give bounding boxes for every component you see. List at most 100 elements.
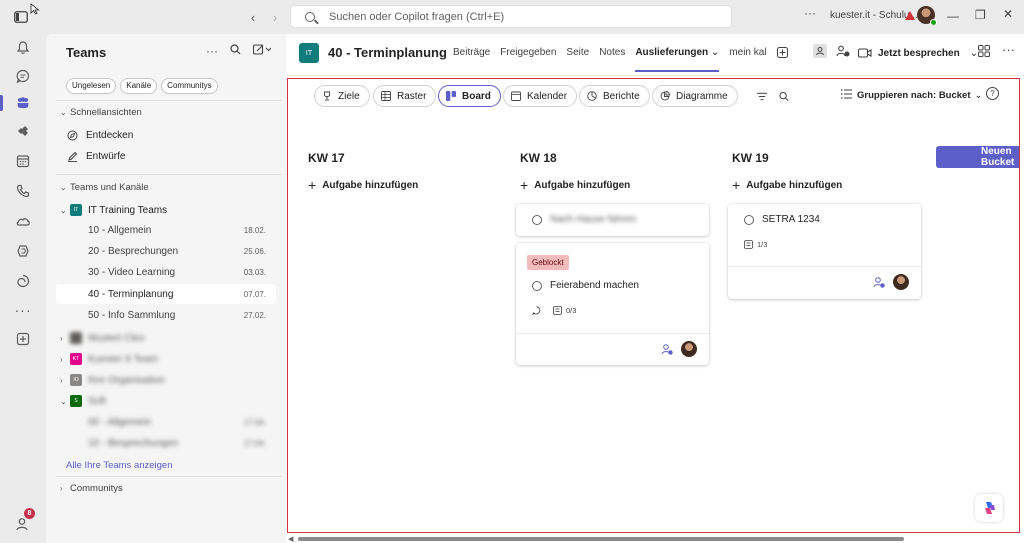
search-icon[interactable] xyxy=(230,44,241,58)
checklist-count: 0/3 xyxy=(566,306,577,315)
tab-page[interactable]: Seite xyxy=(566,47,589,61)
chevron-down-icon: ⌄ xyxy=(60,183,67,192)
filter-icon[interactable] xyxy=(757,91,767,101)
team-avatar: S xyxy=(70,395,82,407)
task-card[interactable]: Geblockt Feierabend machen 0/3 xyxy=(516,243,709,365)
complete-checkbox[interactable] xyxy=(532,214,542,225)
filter-chip-channels[interactable]: Kanäle xyxy=(120,78,158,94)
teams-icon[interactable] xyxy=(12,92,34,114)
calls-icon[interactable] xyxy=(12,180,34,202)
bucket-title[interactable]: KW 18 xyxy=(520,151,557,165)
channel-item[interactable]: 50 - Info Sammlung 27.02. xyxy=(56,305,276,325)
communities-header[interactable]: › Communitys xyxy=(60,483,123,494)
warning-icon[interactable] xyxy=(905,11,915,20)
chat-icon[interactable] xyxy=(12,65,34,87)
close-icon[interactable]: ✕ xyxy=(1003,7,1013,21)
more-apps-icon[interactable]: ··· xyxy=(12,299,34,321)
view-board[interactable]: Board xyxy=(438,85,501,107)
new-bucket-button[interactable]: Neuen Bucket xyxy=(936,146,1019,168)
add-tab-icon[interactable] xyxy=(776,47,788,61)
tab-deliveries[interactable]: Auslieferungen ⌄ xyxy=(635,47,719,72)
team-item[interactable]: › KT Kuester It Team xyxy=(60,349,280,369)
view-grid[interactable]: Raster xyxy=(373,85,437,107)
add-task-button[interactable]: + Aufgabe hinzufügen xyxy=(308,177,418,193)
back-icon[interactable]: ‹ xyxy=(244,8,262,26)
channel-item[interactable]: 00 - Allgemein 17.04. xyxy=(56,412,276,432)
plus-icon: + xyxy=(732,177,741,193)
bucket-title[interactable]: KW 17 xyxy=(308,151,345,165)
copilot-apps-icon[interactable] xyxy=(12,240,34,262)
complete-checkbox[interactable] xyxy=(532,280,542,291)
copilot-button[interactable] xyxy=(975,494,1003,522)
add-task-button[interactable]: + Aufgabe hinzufügen xyxy=(732,177,842,193)
scroll-thumb[interactable] xyxy=(298,537,904,541)
show-all-teams-link[interactable]: Alle Ihre Teams anzeigen xyxy=(66,460,173,471)
search-input[interactable]: Suchen oder Copilot fragen (Ctrl+E) xyxy=(290,5,732,28)
add-apps-icon[interactable] xyxy=(12,328,34,350)
sidebar-item-drafts[interactable]: Entwürfe xyxy=(66,146,276,166)
channel-item[interactable]: 10 - Besprechungen 17.04. xyxy=(56,433,276,453)
restore-icon[interactable]: ❐ xyxy=(975,8,986,22)
filter-chip-communities[interactable]: Communitys xyxy=(161,78,218,94)
activity-bell-icon[interactable] xyxy=(12,37,34,59)
filter-chip-unread[interactable]: Ungelesen xyxy=(66,78,117,94)
quick-views-header[interactable]: ⌄ Schnellansichten xyxy=(60,107,142,118)
view-charts[interactable]: Diagramme xyxy=(652,85,738,107)
loop-icon[interactable] xyxy=(12,270,34,292)
more-options-icon[interactable]: ··· xyxy=(206,44,218,58)
add-task-label: Aufgabe hinzufügen xyxy=(534,179,631,191)
tab-notes[interactable]: Notes xyxy=(599,47,625,61)
scroll-left-icon[interactable]: ◀ xyxy=(288,535,293,543)
channel-item[interactable]: 30 - Video Learning 03.03. xyxy=(56,262,276,282)
group-by-dropdown[interactable]: Gruppieren nach: Bucket ⌄ xyxy=(841,89,982,101)
forward-icon[interactable]: › xyxy=(266,8,284,26)
task-card[interactable]: Nach Hause fahren xyxy=(516,204,709,236)
minimize-icon[interactable]: — xyxy=(947,9,959,23)
team-it-training[interactable]: ⌄ IT IT Training Teams xyxy=(60,200,280,220)
tab-mein-kal[interactable]: mein kal xyxy=(729,47,766,61)
team-item[interactable]: › IO Ihre Organisation xyxy=(60,370,280,390)
assign-icon[interactable] xyxy=(873,276,885,288)
profile-avatar[interactable] xyxy=(917,6,937,26)
card-divider xyxy=(728,266,921,267)
calendar-icon[interactable] xyxy=(12,150,34,172)
chevron-right-icon: › xyxy=(60,484,63,493)
add-task-button[interactable]: + Aufgabe hinzufügen xyxy=(520,177,630,193)
checklist-icon xyxy=(744,240,753,249)
search-icon[interactable] xyxy=(779,91,789,101)
channel-info-icon[interactable] xyxy=(812,43,828,62)
assign-icon[interactable] xyxy=(661,343,673,355)
task-card[interactable]: SETRA 1234 1/3 xyxy=(728,204,921,299)
view-calendar[interactable]: Kalender xyxy=(503,85,578,107)
help-icon[interactable]: ? xyxy=(986,87,999,100)
team-item[interactable]: › MC Mustert Cleo xyxy=(60,328,280,348)
more-options-icon[interactable]: ··· xyxy=(804,6,816,20)
assignee-avatar[interactable] xyxy=(893,274,909,290)
meet-now-button[interactable]: Jetzt besprechen ⌄ xyxy=(858,42,978,64)
tab-shared[interactable]: Freigegeben xyxy=(500,47,556,61)
view-reports[interactable]: Berichte xyxy=(579,85,650,107)
view-goals[interactable]: Ziele xyxy=(314,85,370,107)
members-icon[interactable] xyxy=(836,44,850,61)
channel-item-active[interactable]: 40 - Terminplanung 07.07. xyxy=(56,284,276,304)
teams-channels-header[interactable]: ⌄ Teams und Kanäle xyxy=(60,182,149,193)
app-rail: ··· xyxy=(0,34,46,543)
notification-badge: 8 xyxy=(24,508,35,519)
planner-icon[interactable] xyxy=(12,120,34,142)
tab-posts[interactable]: Beiträge xyxy=(453,47,490,61)
complete-checkbox[interactable] xyxy=(744,214,754,225)
channel-item[interactable]: 20 - Besprechungen 25.06. xyxy=(56,241,276,261)
assignee-avatar[interactable] xyxy=(681,341,697,357)
onedrive-icon[interactable] xyxy=(12,210,34,232)
horizontal-scrollbar[interactable]: ◀ xyxy=(288,535,1022,543)
channel-item[interactable]: 10 - Allgemein 18.02. xyxy=(56,220,276,240)
bucket-title[interactable]: KW 19 xyxy=(732,151,769,165)
team-item[interactable]: ⌄ S Soft xyxy=(60,391,280,411)
view-label: Raster xyxy=(397,90,427,102)
group-by-label: Gruppieren nach: Bucket xyxy=(857,90,971,101)
chevron-down-icon: ⌄ xyxy=(60,108,67,117)
apps-grid-icon[interactable] xyxy=(978,45,990,60)
compose-icon[interactable] xyxy=(252,44,272,58)
more-options-icon[interactable]: ··· xyxy=(1002,42,1015,57)
sidebar-item-discover[interactable]: Entdecken xyxy=(66,125,276,145)
